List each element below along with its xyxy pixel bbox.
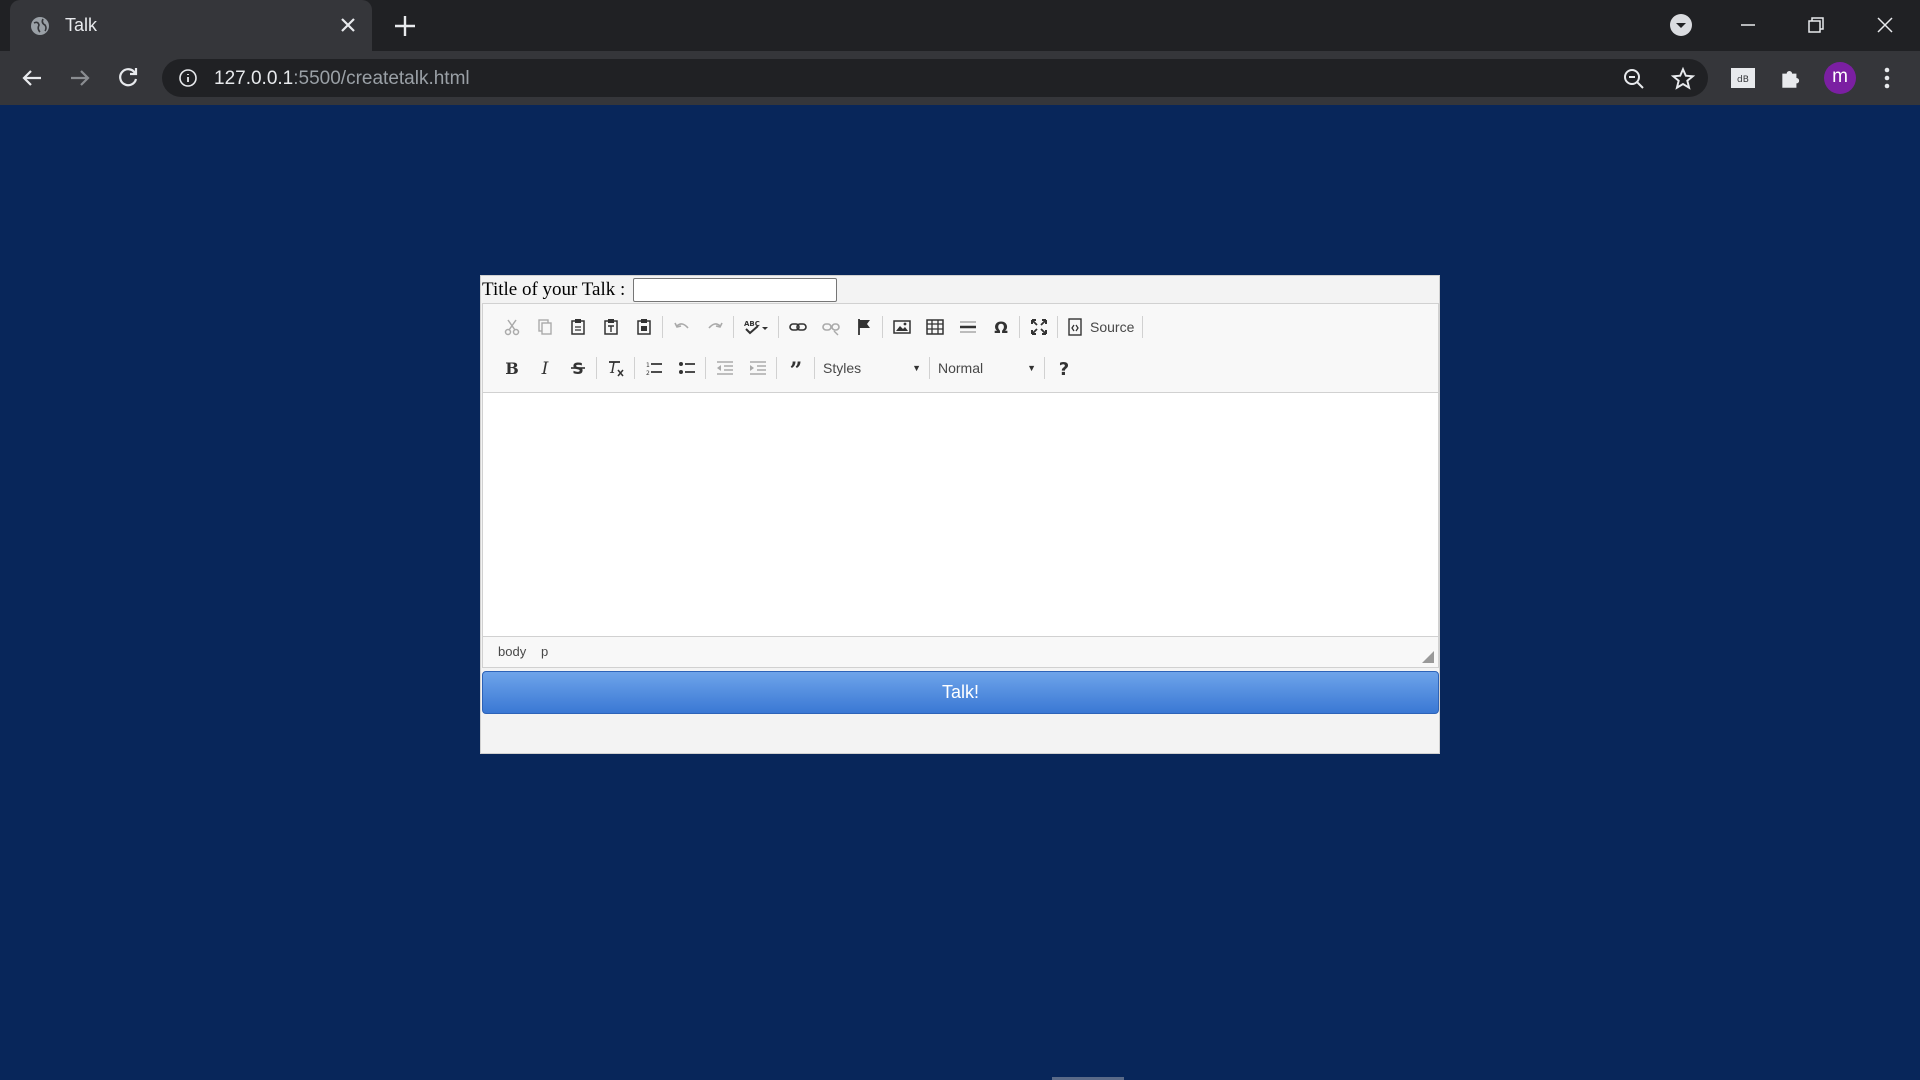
new-tab-icon[interactable]: [392, 13, 418, 39]
path-item-body[interactable]: body: [498, 644, 526, 659]
extension-icon[interactable]: dB: [1730, 66, 1756, 90]
puzzle-icon[interactable]: [1778, 65, 1804, 91]
bulleted-list-icon[interactable]: [670, 353, 703, 383]
resize-handle-icon[interactable]: [1422, 651, 1434, 663]
address-bar[interactable]: 127.0.0.1:5500/createtalk.html: [162, 59, 1708, 97]
title-input[interactable]: [633, 278, 837, 302]
talk-submit-button[interactable]: Talk!: [482, 671, 1439, 714]
title-row: Title of your Talk :: [482, 276, 1440, 304]
paste-text-icon[interactable]: [594, 312, 627, 342]
browser-toolbar: 127.0.0.1:5500/createtalk.html dB m: [0, 51, 1920, 105]
back-icon[interactable]: [18, 64, 46, 92]
restore-icon[interactable]: [1801, 10, 1831, 40]
globe-icon: [31, 17, 49, 35]
format-dropdown[interactable]: Normal ▼: [932, 354, 1042, 382]
paste-icon[interactable]: [561, 312, 594, 342]
avatar[interactable]: m: [1824, 62, 1856, 94]
url-path: :5500/createtalk.html: [293, 68, 470, 89]
browser-tab[interactable]: Talk: [10, 0, 372, 51]
styles-label: Styles: [823, 360, 862, 376]
anchor-icon[interactable]: [847, 312, 880, 342]
tab-strip: Talk: [0, 0, 1920, 51]
chevron-down-icon: ▼: [1027, 363, 1036, 373]
help-icon[interactable]: ?: [1047, 353, 1080, 383]
separator: [814, 357, 815, 379]
tab-search-icon[interactable]: [1666, 10, 1696, 40]
svg-text:?: ?: [1058, 359, 1068, 377]
close-tab-icon[interactable]: [336, 13, 360, 37]
blockquote-icon[interactable]: ”: [779, 353, 812, 383]
separator: [662, 316, 663, 338]
svg-text:dB: dB: [1737, 75, 1749, 85]
separator: [705, 357, 706, 379]
separator: [733, 316, 734, 338]
path-item-p[interactable]: p: [541, 644, 548, 659]
info-icon[interactable]: [178, 68, 198, 88]
forward-icon[interactable]: [66, 64, 94, 92]
separator: [1044, 357, 1045, 379]
image-icon[interactable]: [885, 312, 918, 342]
copy-icon[interactable]: [528, 312, 561, 342]
redo-icon[interactable]: [698, 312, 731, 342]
separator: [882, 316, 883, 338]
italic-icon[interactable]: I: [528, 353, 561, 383]
editor-content-area[interactable]: [483, 393, 1438, 636]
minimize-icon[interactable]: [1733, 10, 1763, 40]
bookmark-star-icon[interactable]: [1670, 66, 1696, 92]
special-char-icon[interactable]: Ω: [984, 312, 1017, 342]
source-button[interactable]: Source: [1060, 312, 1140, 342]
close-window-icon[interactable]: [1870, 10, 1900, 40]
separator: [596, 357, 597, 379]
unlink-icon[interactable]: [814, 312, 847, 342]
bold-icon[interactable]: B: [495, 353, 528, 383]
horizontal-rule-icon[interactable]: [951, 312, 984, 342]
separator: [929, 357, 930, 379]
source-icon: [1068, 318, 1082, 336]
menu-icon[interactable]: [1876, 65, 1898, 91]
separator: [776, 357, 777, 379]
table-icon[interactable]: [918, 312, 951, 342]
element-path-bar: body p: [483, 636, 1438, 667]
svg-text:1: 1: [646, 362, 650, 369]
svg-text:”: ”: [789, 359, 802, 377]
tab-title: Talk: [65, 15, 98, 35]
svg-text:2: 2: [646, 370, 650, 377]
rich-text-editor: ABC Ω Source B I S I 1 2 ” Styles ▼ Norm…: [482, 303, 1439, 668]
svg-text:B: B: [505, 359, 519, 377]
title-label: Title of your Talk :: [482, 279, 626, 300]
separator: [1142, 316, 1144, 338]
url-host: 127.0.0.1: [214, 68, 294, 89]
svg-text:Ω: Ω: [994, 318, 1008, 336]
undo-icon[interactable]: [665, 312, 698, 342]
indent-icon[interactable]: [741, 353, 774, 383]
strikethrough-icon[interactable]: S: [561, 353, 594, 383]
maximize-icon[interactable]: [1022, 312, 1055, 342]
chevron-down-icon: ▼: [912, 363, 921, 373]
editor-toolbar: ABC Ω Source B I S I 1 2 ” Styles ▼ Norm…: [483, 304, 1438, 393]
talk-form: Title of your Talk : ABC Ω Source B I S …: [480, 275, 1440, 754]
separator: [1019, 316, 1020, 338]
separator: [634, 357, 635, 379]
separator: [1057, 316, 1058, 338]
url-text: 127.0.0.1:5500/createtalk.html: [214, 68, 470, 90]
format-label: Normal: [938, 360, 984, 376]
spellcheck-icon[interactable]: ABC: [736, 312, 776, 342]
svg-text:I: I: [540, 359, 548, 377]
styles-dropdown[interactable]: Styles ▼: [817, 354, 927, 382]
separator: [778, 316, 779, 338]
toolbar-row-2: B I S I 12 ” Styles ▼ Normal ▼ ?: [495, 352, 1080, 384]
link-icon[interactable]: [781, 312, 814, 342]
numbered-list-icon[interactable]: 12: [637, 353, 670, 383]
reload-icon[interactable]: [114, 64, 142, 92]
zoom-icon[interactable]: [1622, 67, 1646, 91]
outdent-icon[interactable]: [708, 353, 741, 383]
source-label: Source: [1090, 319, 1135, 335]
remove-format-icon[interactable]: I: [599, 353, 632, 383]
toolbar-row-1: ABC Ω Source: [495, 311, 1145, 343]
page: Title of your Talk : ABC Ω Source B I S …: [0, 105, 1920, 1080]
paste-word-icon[interactable]: [627, 312, 660, 342]
cut-icon[interactable]: [495, 312, 528, 342]
